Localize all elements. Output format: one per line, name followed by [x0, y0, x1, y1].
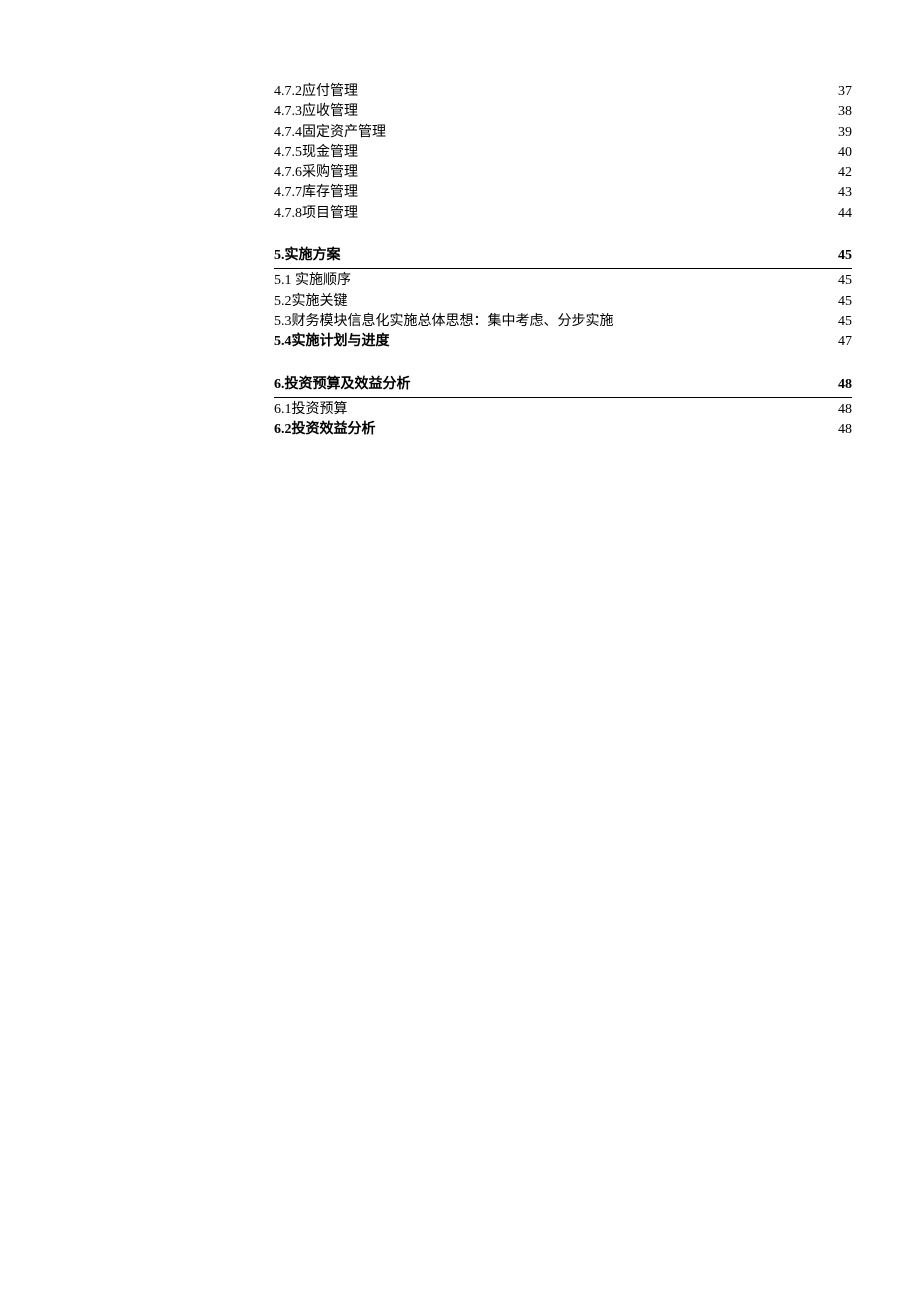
- toc-label: 4.7.2应付管理: [274, 82, 358, 102]
- toc-page-number: 37: [838, 82, 852, 102]
- toc-heading-label: 6.投资预算及效益分析: [274, 375, 411, 395]
- toc-entry: 5.1 实施顺序 45: [274, 271, 852, 291]
- toc-entry: 6.1投资预算 48: [274, 400, 852, 420]
- table-of-contents: 4.7.2应付管理 37 4.7.3应收管理 38 4.7.4固定资产管理 39…: [274, 82, 852, 440]
- toc-entry: 4.7.7库存管理 43: [274, 183, 852, 203]
- toc-page-number: 39: [838, 123, 852, 143]
- toc-entry: 4.7.8项目管理 44: [274, 204, 852, 224]
- toc-page-number: 47: [838, 332, 852, 352]
- section-divider: [274, 268, 852, 269]
- toc-label: 4.7.4固定资产管理: [274, 123, 386, 143]
- toc-page-number: 48: [838, 375, 852, 395]
- toc-page-number: 45: [838, 271, 852, 291]
- toc-page-number: 44: [838, 204, 852, 224]
- toc-label: 5.2实施关键: [274, 292, 348, 312]
- toc-label: 6.1投资预算: [274, 400, 348, 420]
- toc-page-number: 38: [838, 102, 852, 122]
- toc-page-number: 43: [838, 183, 852, 203]
- toc-label: 4.7.6采购管理: [274, 163, 358, 183]
- toc-page-number: 48: [838, 420, 852, 440]
- toc-heading-entry: 6.投资预算及效益分析 48: [274, 375, 852, 395]
- toc-entry: 4.7.2应付管理 37: [274, 82, 852, 102]
- toc-entry: 6.2投资效益分析 48: [274, 420, 852, 440]
- toc-page-number: 45: [838, 312, 852, 332]
- toc-entry: 5.3财务模块信息化实施总体思想：集中考虑、分步实施 45: [274, 312, 852, 332]
- toc-page-number: 48: [838, 400, 852, 420]
- toc-page-number: 42: [838, 163, 852, 183]
- section-divider: [274, 397, 852, 398]
- toc-entry: 4.7.6采购管理 42: [274, 163, 852, 183]
- toc-entry: 5.4实施计划与进度 47: [274, 332, 852, 352]
- toc-heading-label: 5.实施方案: [274, 246, 341, 266]
- toc-entry: 4.7.3应收管理 38: [274, 102, 852, 122]
- section-spacing: [274, 224, 852, 246]
- toc-heading-entry: 5.实施方案 45: [274, 246, 852, 266]
- toc-entry: 4.7.4固定资产管理 39: [274, 123, 852, 143]
- toc-label: 6.2投资效益分析: [274, 420, 376, 440]
- toc-label: 4.7.7库存管理: [274, 183, 358, 203]
- section-spacing: [274, 353, 852, 375]
- toc-label: 4.7.5现金管理: [274, 143, 358, 163]
- toc-label: 5.1 实施顺序: [274, 271, 351, 291]
- toc-label: 4.7.3应收管理: [274, 102, 358, 122]
- toc-entry: 4.7.5现金管理 40: [274, 143, 852, 163]
- toc-label: 4.7.8项目管理: [274, 204, 358, 224]
- toc-page-number: 40: [838, 143, 852, 163]
- toc-label: 5.4实施计划与进度: [274, 332, 390, 352]
- toc-entry: 5.2实施关键 45: [274, 292, 852, 312]
- toc-page-number: 45: [838, 246, 852, 266]
- toc-label: 5.3财务模块信息化实施总体思想：集中考虑、分步实施: [274, 312, 614, 332]
- toc-page-number: 45: [838, 292, 852, 312]
